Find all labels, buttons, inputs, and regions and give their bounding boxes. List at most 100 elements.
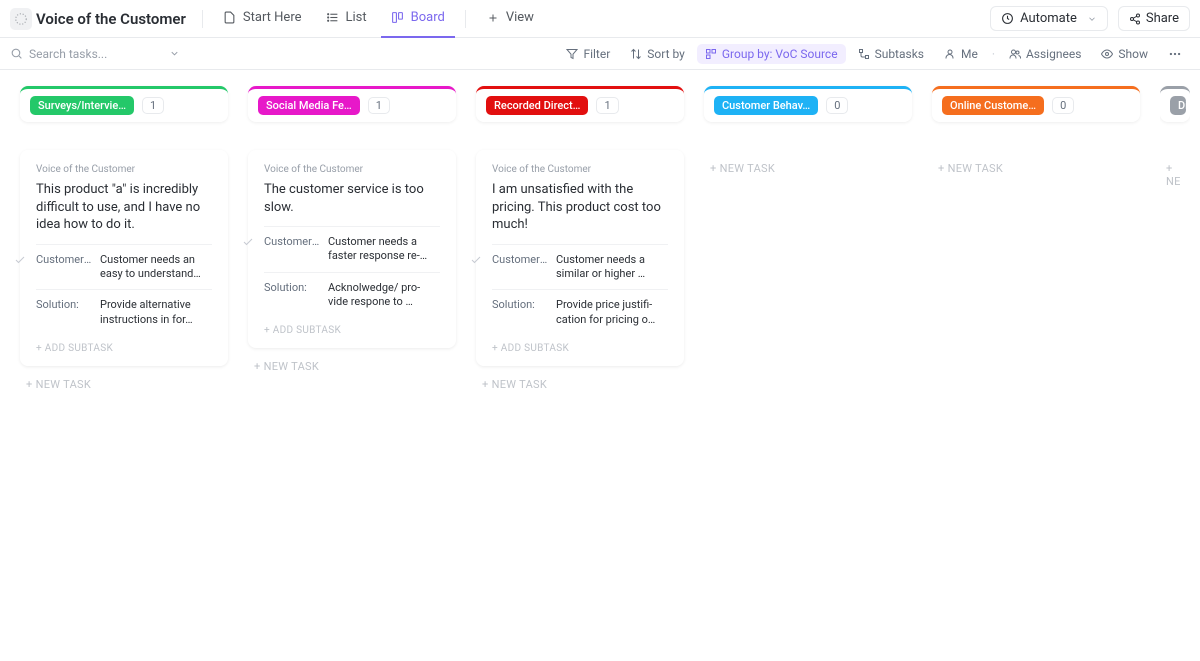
new-task-button[interactable]: + NEW TASK	[20, 366, 228, 403]
board-column: Dir + NE	[1160, 86, 1190, 200]
filter-button[interactable]: Filter	[558, 44, 618, 64]
show-button[interactable]: Show	[1093, 44, 1156, 64]
tab-add-view[interactable]: View	[476, 0, 544, 38]
column-header[interactable]: Social Media Fe… 1	[248, 86, 456, 122]
new-task-button[interactable]: + NEW TASK	[476, 366, 684, 403]
column-status-pill: Dir	[1170, 96, 1186, 115]
column-count: 0	[1052, 97, 1074, 114]
more-button[interactable]	[1160, 44, 1190, 64]
card-title: I am unsatisfied with the pricing. This …	[492, 181, 668, 234]
chevron-down-icon	[1087, 14, 1097, 24]
subtask-row[interactable]: Customer …Customer needs a faster respon…	[264, 226, 440, 272]
subtask-field-label: Customer …	[36, 253, 92, 266]
add-subtask-button[interactable]: + ADD SUBTASK	[264, 317, 440, 340]
search-wrap	[10, 47, 180, 61]
task-card[interactable]: Voice of the Customer The customer servic…	[248, 150, 456, 348]
tab-list[interactable]: List	[316, 0, 377, 38]
column-header[interactable]: Recorded Direct… 1	[476, 86, 684, 122]
tab-label: List	[346, 10, 367, 25]
subtask-row[interactable]: Customer …Customer needs an easy to unde…	[36, 244, 212, 290]
subtask-field-label: Solution:	[36, 298, 92, 311]
column-header[interactable]: Surveys/Intervie… 1	[20, 86, 228, 122]
separator-dot: ·	[990, 47, 997, 61]
subtask-field-label: Solution:	[264, 281, 320, 294]
subtasks-label: Subtasks	[875, 47, 924, 61]
subtask-field-label: Solution:	[492, 298, 548, 311]
eye-icon	[1101, 48, 1113, 60]
workspace-icon	[10, 8, 32, 30]
card-breadcrumb: Voice of the Customer	[36, 164, 212, 175]
add-subtask-button[interactable]: + ADD SUBTASK	[492, 335, 668, 358]
share-icon	[1129, 13, 1141, 25]
group-button[interactable]: Group by: VoC Source	[697, 44, 846, 64]
subtask-field-value: Provide price justifi-cation for pricing…	[556, 298, 668, 327]
subtask-field-value: Customer needs a faster response re-…	[328, 235, 440, 264]
board-column: Surveys/Intervie… 1 Voice of the CustomerT…	[20, 86, 228, 403]
users-icon	[1009, 48, 1021, 60]
sort-icon	[630, 48, 642, 60]
new-task-button[interactable]: + NEW TASK	[248, 348, 456, 385]
subtask-field-value: Customer needs a similar or higher …	[556, 253, 668, 282]
separator	[465, 10, 466, 28]
column-status-pill: Social Media Fe…	[258, 96, 360, 115]
chevron-down-icon[interactable]	[169, 48, 180, 59]
task-card[interactable]: Voice of the CustomerThis product "a" is…	[20, 150, 228, 366]
board-column: Recorded Direct… 1 Voice of the CustomerI …	[476, 86, 684, 403]
subtask-row[interactable]: Customer … Customer needs a similar or hi…	[492, 244, 668, 290]
subtasks-button[interactable]: Subtasks	[850, 44, 932, 64]
share-button[interactable]: Share	[1118, 6, 1190, 31]
sort-label: Sort by	[647, 47, 685, 61]
more-icon	[1168, 47, 1182, 61]
tab-label: Start Here	[243, 10, 302, 25]
new-task-button[interactable]: + NEW TASK	[932, 150, 1140, 187]
board-icon	[391, 11, 405, 25]
user-icon	[944, 48, 956, 60]
separator	[202, 10, 203, 28]
tab-start-here[interactable]: Start Here	[213, 0, 312, 38]
tab-board[interactable]: Board	[381, 0, 455, 38]
group-label: Group by: VoC Source	[722, 47, 838, 61]
column-count: 1	[142, 97, 164, 114]
automate-button[interactable]: Automate	[990, 6, 1108, 31]
card-title: The customer service is too slow.	[264, 181, 440, 216]
board-column: Social Media Fe… 1 Voice of the Customer Th…	[248, 86, 456, 385]
top-header: Voice of the Customer Start Here List Bo…	[0, 0, 1200, 38]
automate-label: Automate	[1020, 11, 1077, 26]
assignees-button[interactable]: Assignees	[1001, 44, 1089, 64]
tab-label: View	[506, 10, 534, 25]
board-canvas: Surveys/Intervie…1Voice of the CustomerT…	[0, 70, 1200, 419]
new-task-button[interactable]: + NEW TASK	[704, 150, 912, 187]
board-column: Online Custome… 0 + NEW TASK	[932, 86, 1140, 187]
subtask-row[interactable]: Solution: Provide price justifi-cation fo…	[492, 289, 668, 335]
board-column: Customer Behav…0 + NEW TASK	[704, 86, 912, 187]
add-subtask-button[interactable]: + ADD SUBTASK	[36, 335, 212, 358]
me-button[interactable]: Me	[936, 44, 986, 64]
column-status-pill: Recorded Direct…	[486, 96, 588, 115]
search-input[interactable]	[29, 47, 159, 61]
column-count: 1	[596, 97, 618, 114]
document-icon	[223, 11, 237, 25]
sort-button[interactable]: Sort by	[622, 44, 693, 64]
subtask-field-label: Customer …	[492, 253, 548, 266]
search-icon	[10, 47, 23, 60]
check-icon	[14, 254, 28, 266]
task-card[interactable]: Voice of the CustomerI am unsatisfied wi…	[476, 150, 684, 366]
show-label: Show	[1118, 47, 1148, 61]
column-header[interactable]: Dir	[1160, 86, 1190, 122]
group-icon	[705, 48, 717, 60]
subtask-row[interactable]: Solution:Provide alternative instruction…	[36, 289, 212, 335]
filter-icon	[566, 48, 578, 60]
column-count: 1	[368, 97, 390, 114]
column-header[interactable]: Customer Behav…0	[704, 86, 912, 122]
column-status-pill: Surveys/Intervie…	[30, 96, 134, 115]
column-status-pill: Online Custome…	[942, 96, 1044, 115]
share-label: Share	[1146, 11, 1179, 26]
subtask-row[interactable]: Solution: Acknolwedge/ pro-vide respone t…	[264, 272, 440, 318]
me-label: Me	[961, 47, 978, 61]
automate-icon	[1001, 12, 1014, 25]
new-task-button[interactable]: + NE	[1160, 150, 1190, 200]
card-breadcrumb: Voice of the Customer	[264, 164, 440, 175]
subtask-field-value: Acknolwedge/ pro-vide respone to …	[328, 281, 440, 310]
column-count: 0	[826, 97, 848, 114]
column-header[interactable]: Online Custome… 0	[932, 86, 1140, 122]
